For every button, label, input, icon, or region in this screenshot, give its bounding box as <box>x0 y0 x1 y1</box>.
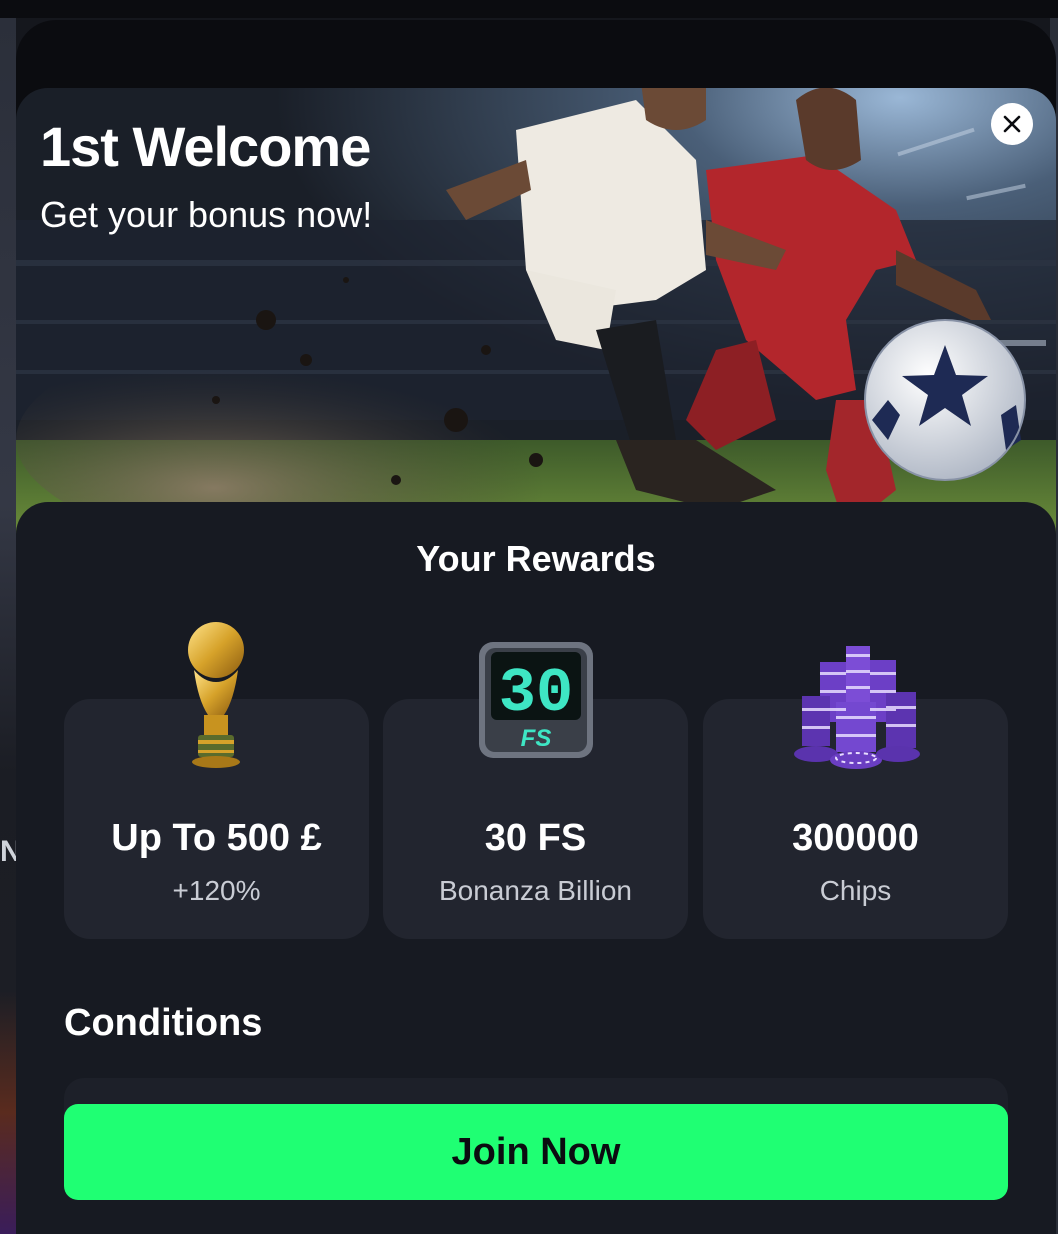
reward-value: 30 FS <box>484 817 587 859</box>
trophy-icon <box>188 622 244 768</box>
reward-value: Up To 500 £ <box>111 817 322 859</box>
reward-detail: +120% <box>172 875 261 906</box>
counter-badge: FS <box>521 725 552 752</box>
join-now-button[interactable]: Join Now <box>64 1104 1008 1200</box>
top-bar <box>0 0 1058 18</box>
counter-digits: 30 <box>499 658 573 729</box>
conditions-heading: Conditions <box>64 1002 263 1044</box>
background-content-left <box>0 18 16 1234</box>
close-button[interactable] <box>991 103 1033 145</box>
reward-value: 300000 <box>792 817 919 859</box>
chips-stack-icon <box>794 646 920 769</box>
free-spins-counter-icon: 30 FS <box>479 642 593 758</box>
rewards-sheet: Your Rewards Up To 500 £ +120% 30 FS Bon… <box>16 502 1056 1234</box>
reward-detail: Bonanza Billion <box>438 875 633 906</box>
rewards-heading: Your Rewards <box>416 538 656 579</box>
hero-banner: 1st Welcome Get your bonus now! <box>16 88 1056 538</box>
reward-detail: Chips <box>819 875 892 906</box>
modal-subtitle: Get your bonus now! <box>40 194 373 235</box>
modal-title: 1st Welcome <box>40 115 371 178</box>
welcome-bonus-modal: 1st Welcome Get your bonus now! Your Rew… <box>16 20 1056 1234</box>
close-icon <box>1003 115 1021 133</box>
